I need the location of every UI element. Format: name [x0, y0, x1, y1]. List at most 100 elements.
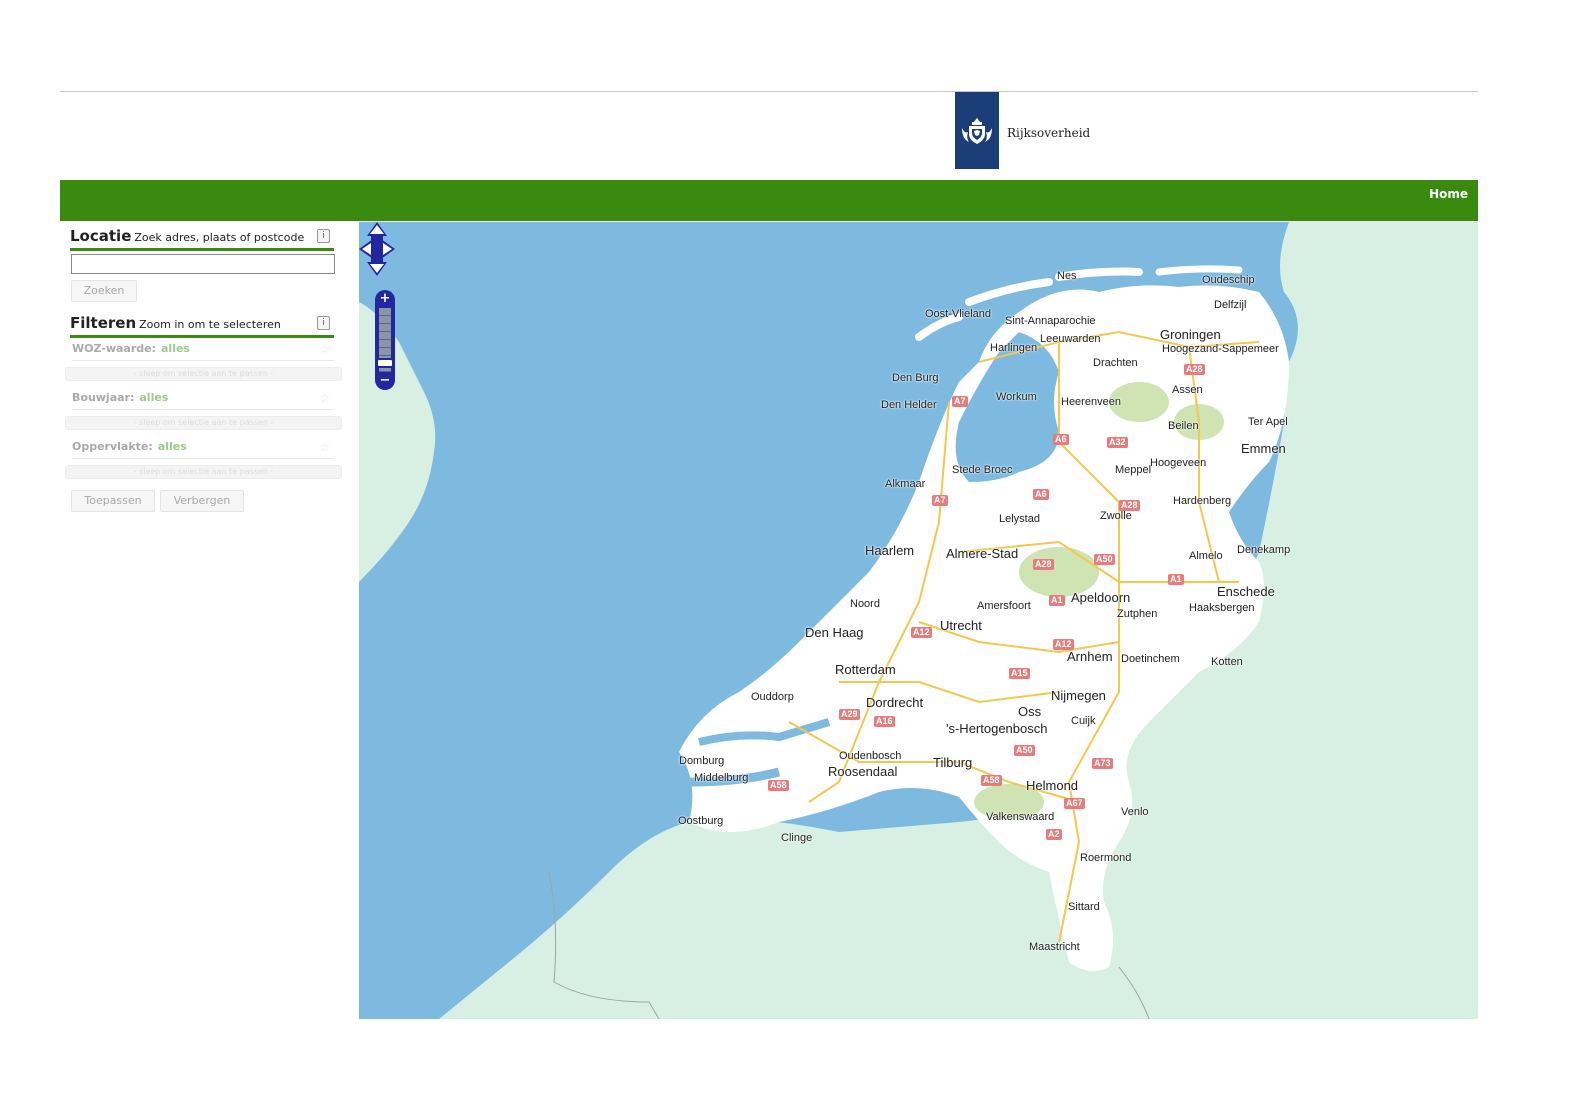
map-label: Haarlem: [865, 543, 915, 558]
map-label: Arnhem: [1067, 649, 1113, 664]
highway-badge: A50: [1014, 745, 1035, 756]
map-label: Venlo: [1121, 806, 1149, 818]
highway-badge: A1: [1049, 595, 1065, 606]
map-label: Almelo: [1189, 550, 1223, 562]
highway-badge: A58: [768, 780, 789, 791]
map-label: Doetinchem: [1121, 653, 1180, 665]
map-label: Assen: [1172, 384, 1203, 396]
locatie-info-icon[interactable]: i: [317, 229, 330, 243]
zoom-slider-handle[interactable]: [376, 358, 394, 368]
oppervlakte-slider[interactable]: - sleep om selectie aan te passen -: [65, 465, 342, 479]
map-label: Nijmegen: [1051, 688, 1106, 703]
map-label: Sittard: [1068, 901, 1100, 913]
star-icon[interactable]: ☆: [319, 391, 330, 405]
map-label: Domburg: [679, 755, 725, 767]
map-label: Maastricht: [1029, 941, 1080, 953]
map-label: Ter Apel: [1248, 416, 1288, 428]
zoom-control[interactable]: + −: [375, 290, 395, 390]
filteren-subtitle: Zoom in om te selecteren: [139, 318, 281, 331]
map-label: Oss: [1018, 704, 1042, 719]
highway-badge: A28: [1033, 559, 1054, 570]
filteren-title: Filteren: [70, 314, 137, 332]
map-label: Apeldoorn: [1071, 590, 1131, 605]
filter-woz: WOZ-waarde: alles ☆: [72, 342, 334, 361]
map-label: Meppel: [1115, 464, 1152, 476]
map-label: Oudenbosch: [839, 750, 902, 762]
locatie-subtitle: Zoek adres, plaats of postcode: [134, 231, 305, 244]
highway-badge: A32: [1107, 437, 1128, 448]
highway-badge: A7: [952, 396, 968, 407]
pan-control[interactable]: [359, 222, 395, 276]
bouwjaar-slider[interactable]: - sleep om selectie aan te passen -: [65, 416, 342, 430]
map-label: Middelburg: [694, 772, 749, 784]
map-label: Roosendaal: [828, 764, 898, 779]
filteren-info-icon[interactable]: i: [317, 316, 330, 330]
map-label: Den Helder: [881, 399, 937, 411]
highway-badge: A28: [1184, 364, 1205, 375]
filter-woz-value: alles: [161, 342, 190, 355]
map-label: Den Burg: [892, 372, 939, 384]
map-label: Harlingen: [990, 342, 1038, 354]
brand-text: Rijksoverheid: [1007, 126, 1091, 140]
apply-button[interactable]: Toepassen: [71, 490, 155, 512]
filter-oppervlakte-value: alles: [157, 440, 187, 453]
map-label: Almere-Stad: [946, 546, 1019, 561]
highway-badge: A7: [932, 495, 948, 506]
map-label: Ouddorp: [751, 691, 794, 703]
map-label: Emmen: [1241, 441, 1286, 456]
map-label: Valkenswaard: [986, 811, 1055, 823]
map-viewport[interactable]: + − Nes Oudeschip Delfzijl Oost-Vlieland…: [359, 222, 1478, 1019]
filter-bouwjaar: Bouwjaar: alles ☆: [72, 391, 334, 410]
rijksoverheid-logo[interactable]: [955, 92, 999, 169]
highway-badge: A16: [874, 716, 895, 727]
star-icon[interactable]: ☆: [319, 342, 330, 356]
zoom-in-button[interactable]: +: [378, 292, 392, 306]
map-label: Hoogezand-Sappemeer: [1162, 343, 1279, 355]
locatie-header: Locatie Zoek adres, plaats of postcode i: [70, 226, 334, 251]
map-label: Beilen: [1168, 420, 1199, 432]
map-label: Oudeschip: [1202, 274, 1255, 286]
map-label: Rotterdam: [835, 662, 896, 677]
map-label: Heerenveen: [1061, 396, 1121, 408]
map-label: Workum: [996, 391, 1037, 403]
sidebar: Locatie Zoek adres, plaats of postcode i …: [60, 222, 358, 1019]
map-label: Denekamp: [1237, 544, 1291, 556]
filter-woz-label: WOZ-waarde:: [72, 342, 156, 355]
star-icon[interactable]: ☆: [319, 440, 330, 454]
search-input[interactable]: [71, 254, 335, 274]
map-label: Haaksbergen: [1189, 602, 1255, 614]
map-label: Alkmaar: [885, 478, 926, 490]
map-label: Sint-Annaparochie: [1005, 315, 1096, 327]
map-label: Roermond: [1080, 852, 1132, 864]
map-label: Drachten: [1093, 357, 1138, 369]
header-divider: [60, 91, 1478, 92]
highway-badge: A6: [1033, 489, 1049, 500]
map-label: Nes: [1057, 270, 1077, 282]
map-label: Clinge: [781, 832, 813, 844]
highway-badge: A1: [1168, 574, 1184, 585]
map-label: Kotten: [1211, 656, 1243, 668]
nav-home-link[interactable]: Home: [1429, 187, 1468, 201]
filter-bouwjaar-label: Bouwjaar:: [72, 391, 135, 404]
map-canvas: [359, 222, 1478, 1019]
map-label: Dordrecht: [866, 695, 924, 710]
main-navbar: Home: [60, 180, 1478, 221]
map-label: Cuijk: [1071, 715, 1096, 727]
filteren-header: Filteren Zoom in om te selecteren i: [70, 313, 334, 338]
woz-slider[interactable]: - sleep om selectie aan te passen -: [65, 367, 342, 381]
highway-badge: A58: [981, 775, 1002, 786]
map-label: Utrecht: [940, 618, 982, 633]
highway-badge: A6: [1053, 434, 1069, 445]
map-label: Noord: [850, 598, 880, 610]
map-label: 's-Hertogenbosch: [946, 721, 1048, 736]
highway-badge: A50: [1094, 554, 1115, 565]
highway-badge: A2: [1046, 829, 1062, 840]
filter-oppervlakte-label: Oppervlakte:: [72, 440, 153, 453]
map-label: Amersfoort: [977, 600, 1031, 612]
search-button[interactable]: Zoeken: [71, 280, 137, 302]
map-label: Zwolle: [1100, 510, 1132, 522]
map-label: Oostburg: [678, 815, 724, 827]
highway-badge: A12: [911, 627, 932, 638]
hide-button[interactable]: Verbergen: [160, 490, 244, 512]
zoom-out-button[interactable]: −: [378, 374, 392, 388]
